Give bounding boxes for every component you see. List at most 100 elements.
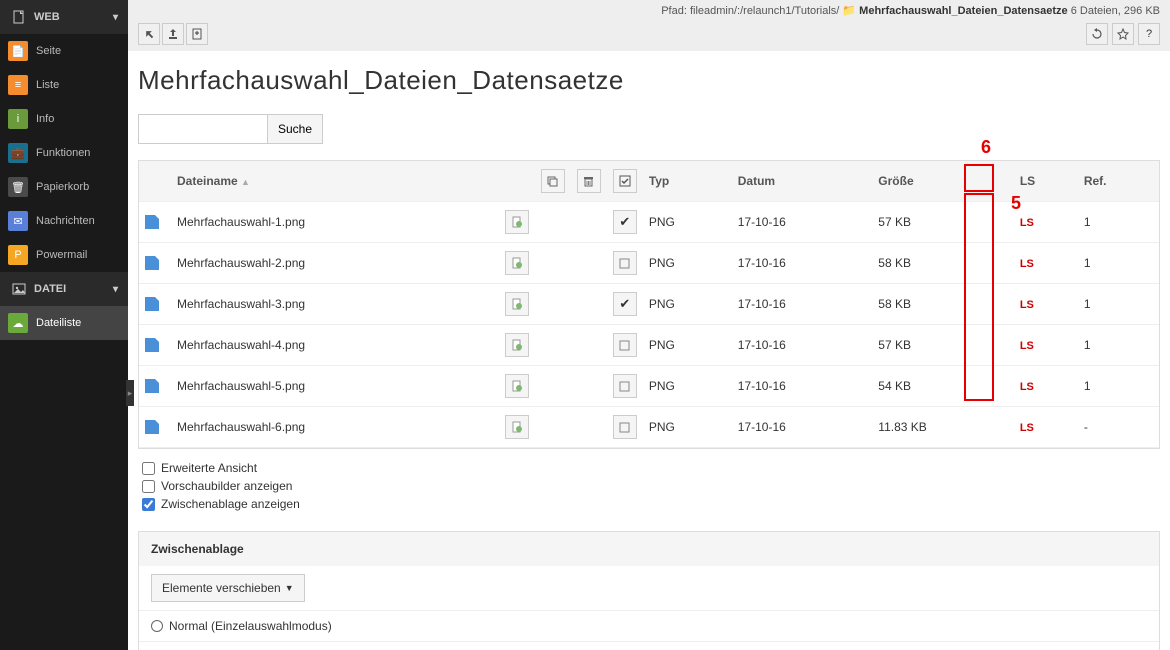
sidebar-item-seite[interactable]: 📄Seite — [0, 34, 128, 68]
file-ref: 1 — [1078, 202, 1159, 243]
table-row: Mehrfachauswahl-3.png✔PNG17-10-1658 KBLS… — [139, 284, 1159, 325]
clipboard-mode-option[interactable]: Normal (Einzelauswahlmodus) — [139, 610, 1159, 641]
col-date[interactable]: Datum — [732, 161, 873, 202]
sidebar-item-powermail[interactable]: PPowermail — [0, 238, 128, 272]
radio-icon — [151, 620, 163, 632]
sidebar-item-label: Papierkorb — [36, 181, 89, 193]
file-size: 58 KB — [872, 243, 1014, 284]
clipboard-mode-option[interactable]: ✔Zwischenablage #1 (Mehrfachauswahlmodus… — [139, 641, 1159, 650]
folder-icon: 📁 — [842, 5, 856, 17]
file-date: 17-10-16 — [732, 325, 873, 366]
table-row: Mehrfachauswahl-2.pngPNG17-10-1658 KBLS1 — [139, 243, 1159, 284]
file-name[interactable]: Mehrfachauswahl-6.png — [171, 407, 499, 448]
sidebar-item-funktionen[interactable]: 💼Funktionen — [0, 136, 128, 170]
option-thumbnails-checkbox[interactable] — [142, 480, 155, 493]
row-select-checkbox[interactable]: ✔ — [613, 210, 637, 234]
bookmark-button[interactable] — [1112, 23, 1134, 45]
col-ls[interactable]: LS — [1014, 161, 1078, 202]
file-action-button[interactable] — [505, 251, 529, 275]
file-ls: LS — [1014, 366, 1078, 407]
option-extended-view[interactable]: Erweiterte Ansicht — [142, 459, 1156, 477]
sidebar: WEB ▾ 📄Seite≡ListeiInfo💼Funktionen🗑Papie… — [0, 0, 128, 650]
option-thumbnails[interactable]: Vorschaubilder anzeigen — [142, 477, 1156, 495]
nachrichten-icon: ✉ — [8, 211, 28, 231]
caret-down-icon: ▼ — [285, 583, 294, 593]
file-size: 57 KB — [872, 325, 1014, 366]
file-name[interactable]: Mehrfachauswahl-2.png — [171, 243, 499, 284]
file-type: PNG — [643, 325, 732, 366]
sidebar-section-web[interactable]: WEB ▾ — [0, 0, 128, 34]
breadcrumb-path-prefix: Pfad: fileadmin/:/relaunch1/Tutorials/ — [661, 5, 842, 17]
table-row: Mehrfachauswahl-5.pngPNG17-10-1654 KBLS1 — [139, 366, 1159, 407]
file-date: 17-10-16 — [732, 407, 873, 448]
search-button[interactable]: Suche — [267, 114, 323, 144]
sidebar-section-datei-label: DATEI — [34, 283, 66, 295]
col-filename[interactable]: Dateiname ▲ — [171, 161, 499, 202]
sidebar-item-label: Nachrichten — [36, 215, 95, 227]
file-date: 17-10-16 — [732, 366, 873, 407]
file-action-button[interactable] — [505, 210, 529, 234]
file-icon — [145, 338, 159, 352]
file-ls: LS — [1014, 407, 1078, 448]
col-type[interactable]: Typ — [643, 161, 732, 202]
clipboard-mode-dropdown[interactable]: Elemente verschieben ▼ — [151, 574, 305, 602]
row-select-checkbox[interactable]: ✔ — [613, 292, 637, 316]
file-ref: - — [1078, 407, 1159, 448]
file-date: 17-10-16 — [732, 284, 873, 325]
image-icon — [10, 280, 28, 298]
row-select-checkbox[interactable] — [613, 333, 637, 357]
file-action-button[interactable] — [505, 292, 529, 316]
file-name[interactable]: Mehrfachauswahl-4.png — [171, 325, 499, 366]
file-action-button[interactable] — [505, 374, 529, 398]
content-area: Mehrfachauswahl_Dateien_Datensaetze Such… — [128, 51, 1170, 650]
header-delete-button[interactable] — [577, 169, 601, 193]
page-title: Mehrfachauswahl_Dateien_Datensaetze — [138, 65, 1160, 96]
file-action-button[interactable] — [505, 333, 529, 357]
file-type: PNG — [643, 366, 732, 407]
sidebar-resize-handle[interactable]: ▸ — [126, 380, 134, 406]
sidebar-item-nachrichten[interactable]: ✉ Nachrichten — [0, 204, 128, 238]
option-clipboard[interactable]: Zwischenablage anzeigen — [142, 495, 1156, 513]
sidebar-item-liste[interactable]: ≡Liste — [0, 68, 128, 102]
view-options: Erweiterte Ansicht Vorschaubilder anzeig… — [138, 449, 1160, 523]
help-button[interactable]: ? — [1138, 23, 1160, 45]
breadcrumb-bar: Pfad: fileadmin/:/relaunch1/Tutorials/ 📁… — [128, 0, 1170, 19]
row-select-checkbox[interactable] — [613, 415, 637, 439]
breadcrumb-file-count: 6 Dateien, 296 KB — [1071, 5, 1160, 17]
file-name[interactable]: Mehrfachauswahl-5.png — [171, 366, 499, 407]
file-icon — [145, 420, 159, 434]
refresh-button[interactable] — [1086, 23, 1108, 45]
sidebar-section-datei[interactable]: DATEI ▾ — [0, 272, 128, 306]
file-icon — [145, 256, 159, 270]
level-up-button[interactable] — [138, 23, 160, 45]
col-ref[interactable]: Ref. — [1078, 161, 1159, 202]
sidebar-item-info[interactable]: iInfo — [0, 102, 128, 136]
file-name[interactable]: Mehrfachauswahl-3.png — [171, 284, 499, 325]
file-icon — [145, 379, 159, 393]
option-clipboard-checkbox[interactable] — [142, 498, 155, 511]
info-icon: i — [8, 109, 28, 129]
table-row: Mehrfachauswahl-1.png✔PNG17-10-1657 KBLS… — [139, 202, 1159, 243]
search-input[interactable] — [138, 114, 268, 144]
file-icon — [145, 297, 159, 311]
main-area: Pfad: fileadmin/:/relaunch1/Tutorials/ 📁… — [128, 0, 1170, 650]
option-extended-checkbox[interactable] — [142, 462, 155, 475]
file-ls: LS — [1014, 325, 1078, 366]
file-ref: 1 — [1078, 325, 1159, 366]
breadcrumb-current-folder: Mehrfachauswahl_Dateien_Datensaetze — [859, 5, 1067, 17]
sidebar-item-dateiliste[interactable]: ☁Dateiliste — [0, 306, 128, 340]
sidebar-item-papierkorb[interactable]: 🗑Papierkorb — [0, 170, 128, 204]
row-select-checkbox[interactable] — [613, 374, 637, 398]
header-copy-button[interactable] — [541, 169, 565, 193]
file-icon — [145, 215, 159, 229]
header-select-all-button[interactable] — [613, 169, 637, 193]
row-select-checkbox[interactable] — [613, 251, 637, 275]
new-button[interactable] — [186, 23, 208, 45]
col-size[interactable]: Größe — [872, 161, 1014, 202]
clipboard-mode-label: Normal (Einzelauswahlmodus) — [169, 619, 332, 633]
liste-icon: ≡ — [8, 75, 28, 95]
upload-button[interactable] — [162, 23, 184, 45]
file-action-button[interactable] — [505, 415, 529, 439]
file-name[interactable]: Mehrfachauswahl-1.png — [171, 202, 499, 243]
file-ref: 1 — [1078, 243, 1159, 284]
